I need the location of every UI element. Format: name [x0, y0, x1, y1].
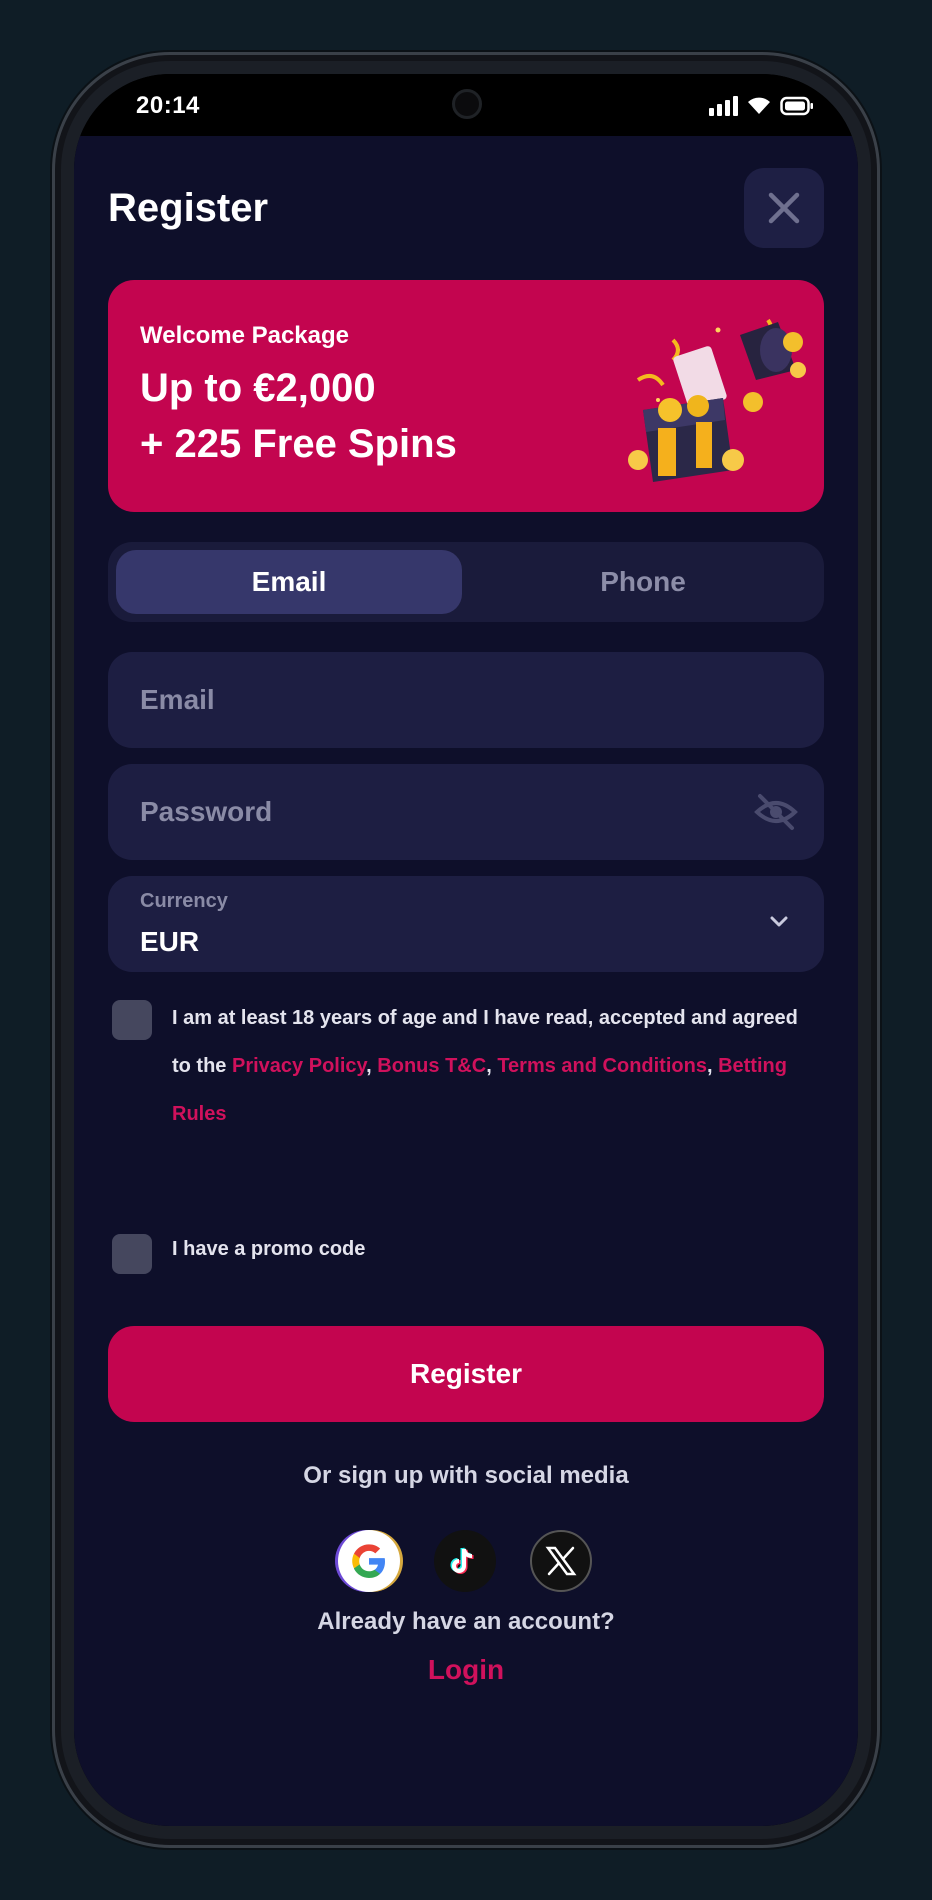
terms-separator: ,	[366, 1055, 378, 1077]
treasure-chest-icon	[628, 318, 806, 482]
tab-email[interactable]: Email	[116, 550, 462, 614]
terms-text: I am at least 18 years of age and I have…	[172, 994, 812, 1138]
google-icon	[352, 1544, 385, 1578]
wifi-icon	[748, 97, 770, 114]
status-bar: 20:14	[74, 74, 858, 136]
tab-phone[interactable]: Phone	[470, 550, 816, 614]
status-icons	[709, 94, 814, 116]
eye-off-icon[interactable]	[754, 792, 798, 832]
privacy-policy-link[interactable]: Privacy Policy	[232, 1055, 366, 1077]
login-link[interactable]: Login	[74, 1654, 858, 1686]
currency-label: Currency	[140, 890, 228, 912]
x-icon	[545, 1546, 577, 1576]
terms-conditions-link[interactable]: Terms and Conditions	[497, 1055, 707, 1077]
promo-code-checkbox[interactable]	[112, 1234, 152, 1274]
google-signup-button[interactable]	[338, 1530, 400, 1592]
battery-icon	[780, 96, 813, 116]
close-icon	[768, 192, 800, 224]
signal-icon	[709, 96, 738, 116]
phone-screen: 20:14 Register Welcome Package Up to €2,…	[74, 74, 858, 1826]
status-time: 20:14	[136, 92, 200, 119]
password-field[interactable]	[108, 764, 824, 860]
terms-separator: ,	[706, 1055, 719, 1077]
x-signup-button[interactable]	[530, 1530, 592, 1592]
welcome-banner[interactable]: Welcome Package Up to €2,000 + 225 Free …	[108, 280, 824, 512]
bonus-terms-link[interactable]: Bonus T&C	[377, 1055, 486, 1077]
email-field-container	[108, 652, 824, 748]
banner-subtitle: Welcome Package	[140, 322, 350, 349]
terms-separator: ,	[486, 1055, 498, 1077]
banner-bonus-amount: Up to €2,000	[140, 366, 376, 410]
promo-code-label: I have a promo code	[172, 1238, 366, 1260]
password-field-container	[108, 764, 824, 860]
account-prompt: Already have an account?	[317, 1608, 615, 1635]
register-screen: Register Welcome Package Up to €2,000 + …	[74, 136, 858, 1826]
age-terms-checkbox[interactable]	[112, 1000, 152, 1040]
register-button[interactable]: Register	[108, 1326, 824, 1422]
email-field[interactable]	[108, 652, 824, 748]
tiktok-signup-button[interactable]	[434, 1530, 496, 1592]
front-camera	[452, 89, 482, 119]
currency-value: EUR	[140, 926, 200, 957]
social-signup-caption: Or sign up with social media	[303, 1462, 629, 1489]
banner-free-spins: + 225 Free Spins	[140, 422, 457, 466]
signup-method-tabs: Email Phone	[108, 542, 824, 622]
tiktok-icon	[450, 1547, 474, 1574]
currency-select[interactable]: Currency EUR	[108, 876, 824, 972]
close-button[interactable]	[744, 168, 824, 248]
chevron-down-icon	[770, 916, 788, 927]
page-title: Register	[108, 186, 269, 230]
